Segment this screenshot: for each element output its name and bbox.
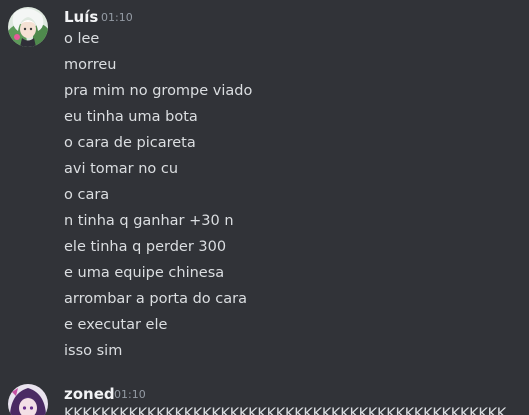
avatar[interactable] — [8, 384, 48, 415]
message-line: o lee — [64, 31, 100, 47]
message-line: o cara — [64, 187, 110, 203]
message-line: pra mim no grompe viado — [64, 83, 253, 99]
chat-message-list: Luís 01:10 o lee morreu pra mim no gromp… — [0, 0, 529, 415]
message-timestamp[interactable]: 01:10 — [101, 8, 133, 28]
message-line: e uma equipe chinesa — [64, 265, 225, 281]
message-timestamp[interactable]: 01:10 — [114, 385, 146, 405]
username[interactable]: zoned — [64, 384, 115, 404]
message-line: ele tinha q perder 300 — [64, 239, 227, 255]
anime-avatar-icon — [8, 384, 48, 415]
message-line: eu tinha uma bota — [64, 109, 198, 125]
message-line: e executar ele — [64, 317, 168, 333]
message-line: isso sim — [64, 343, 123, 359]
username[interactable]: Luís — [64, 7, 98, 27]
avatar[interactable] — [8, 7, 48, 47]
message-line: n tinha q ganhar +30 n — [64, 213, 234, 229]
message-line-container: KKKKKKKKKKKKKKKKKKKKKKKKKKKKKKKKKKKKKKKK… — [64, 406, 529, 415]
message-line: o cara de picareta — [64, 135, 196, 151]
message-line: KKKKKKKKKKKKKKKKKKKKKKKKKKKKKKKKKKKKKKKK… — [64, 406, 507, 415]
message-line: avi tomar no cu — [64, 161, 179, 177]
anime-avatar-icon — [8, 7, 48, 47]
message-line: arrombar a porta do cara — [64, 291, 247, 307]
message-line: morreu — [64, 57, 117, 73]
